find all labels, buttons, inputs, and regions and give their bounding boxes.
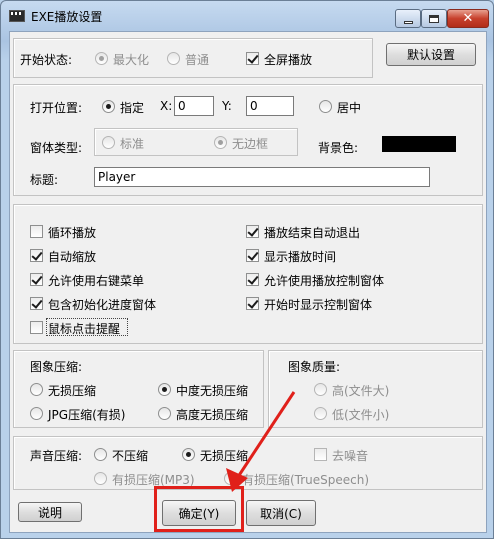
cancel-button-label: 取消(C) [260, 506, 302, 521]
cancel-button[interactable]: 取消(C) [246, 500, 316, 526]
quality-high-radio[interactable] [314, 383, 327, 396]
loop-checkbox[interactable] [30, 225, 43, 238]
audio-mp3-radio[interactable] [94, 472, 107, 485]
audio-lossless-radio[interactable] [182, 448, 195, 461]
start-maximize-label: 最大化 [113, 53, 150, 67]
window-title: EXE播放设置 [31, 10, 103, 24]
position-center-label: 居中 [337, 101, 362, 115]
app-film-icon [9, 10, 25, 22]
window-standard-label: 标准 [120, 137, 145, 151]
image-jpg-label: JPG压缩(有损) [48, 408, 126, 422]
auto-zoom-checkbox[interactable] [30, 249, 43, 262]
quality-low-radio[interactable] [314, 407, 327, 420]
allow-control-label: 允许使用播放控制窗体 [264, 274, 385, 288]
right-menu-label: 允许使用右键菜单 [48, 274, 145, 288]
audio-truespeech-radio[interactable] [224, 472, 237, 485]
help-button[interactable]: 说明 [18, 502, 82, 522]
show-control-start-checkbox[interactable] [246, 297, 259, 310]
ok-button[interactable]: 确定(Y) [162, 500, 236, 526]
denoise-checkbox[interactable] [314, 448, 327, 461]
open-position-label: 打开位置: [30, 101, 83, 115]
start-normal-radio[interactable] [167, 52, 180, 65]
show-time-label: 显示播放时间 [264, 250, 337, 264]
dialog-client-area: 开始状态: 最大化 普通 全屏播放 默认设置 打开位置: 指定 X: Y: 居中… [9, 31, 487, 533]
image-lossless-radio[interactable] [30, 383, 43, 396]
default-settings-button[interactable]: 默认设置 [386, 43, 476, 66]
start-maximize-radio[interactable] [95, 52, 108, 65]
ok-button-label: 确定(Y) [178, 506, 220, 521]
auto-exit-label: 播放结束自动退出 [264, 226, 361, 240]
title-field-label: 标题: [30, 173, 59, 187]
audio-none-label: 不压缩 [112, 449, 149, 463]
position-specified-label: 指定 [120, 101, 145, 115]
maximize-button[interactable] [421, 9, 447, 28]
maximize-icon [429, 14, 439, 23]
image-medium-lossless-radio[interactable] [158, 383, 171, 396]
click-prompt-checkbox[interactable] [30, 321, 43, 334]
image-compress-label: 图象压缩: [30, 360, 83, 374]
image-jpg-radio[interactable] [30, 407, 43, 420]
start-normal-label: 普通 [185, 53, 210, 67]
window-type-label: 窗体类型: [30, 141, 83, 155]
y-input[interactable] [246, 96, 294, 116]
title-bar[interactable]: EXE播放设置 ✕ [1, 1, 493, 31]
window-borderless-label: 无边框 [232, 137, 269, 151]
audio-lossless-label: 无损压缩 [200, 449, 249, 463]
help-button-label: 说明 [37, 505, 62, 520]
denoise-label: 去噪音 [332, 449, 369, 463]
audio-none-radio[interactable] [94, 448, 107, 461]
click-prompt-focus-ring [46, 318, 128, 336]
show-control-start-label: 开始时显示控制窗体 [264, 298, 373, 312]
image-high-lossless-radio[interactable] [158, 407, 171, 420]
init-progress-checkbox[interactable] [30, 297, 43, 310]
background-color-swatch[interactable] [382, 136, 456, 152]
image-quality-label: 图象质量: [288, 360, 341, 374]
x-label: X: [160, 99, 173, 113]
fullscreen-checkbox[interactable] [246, 52, 259, 65]
init-progress-label: 包含初始化进度窗体 [48, 298, 157, 312]
window-standard-radio[interactable] [102, 136, 115, 149]
image-high-lossless-label: 高度无损压缩 [176, 408, 249, 422]
quality-high-label: 高(文件大) [332, 384, 390, 398]
show-time-checkbox[interactable] [246, 249, 259, 262]
image-lossless-label: 无损压缩 [48, 384, 97, 398]
audio-truespeech-label: 有损压缩(TrueSpeech) [242, 473, 370, 487]
x-input[interactable] [174, 96, 214, 116]
dialog-window: EXE播放设置 ✕ 开始状态: 最大化 普通 全屏播放 默认设置 打开位置: 指… [0, 0, 494, 539]
auto-zoom-label: 自动缩放 [48, 250, 97, 264]
quality-low-label: 低(文件小) [332, 408, 390, 422]
background-color-label: 背景色: [318, 141, 359, 155]
image-medium-lossless-label: 中度无损压缩 [176, 384, 249, 398]
window-borderless-radio[interactable] [214, 136, 227, 149]
position-specified-radio[interactable] [102, 100, 115, 113]
loop-label: 循环播放 [48, 226, 97, 240]
title-input[interactable] [94, 167, 430, 187]
position-center-radio[interactable] [319, 100, 332, 113]
right-menu-checkbox[interactable] [30, 273, 43, 286]
minimize-button[interactable] [395, 9, 421, 28]
auto-exit-checkbox[interactable] [246, 225, 259, 238]
start-state-label: 开始状态: [20, 53, 73, 67]
default-settings-label: 默认设置 [406, 48, 455, 62]
y-label: Y: [222, 99, 232, 113]
allow-control-checkbox[interactable] [246, 273, 259, 286]
close-button[interactable]: ✕ [447, 9, 489, 28]
audio-compress-label: 声音压缩: [30, 449, 83, 463]
close-icon: ✕ [462, 11, 474, 26]
minimize-icon [403, 20, 413, 24]
fullscreen-label: 全屏播放 [264, 53, 313, 67]
